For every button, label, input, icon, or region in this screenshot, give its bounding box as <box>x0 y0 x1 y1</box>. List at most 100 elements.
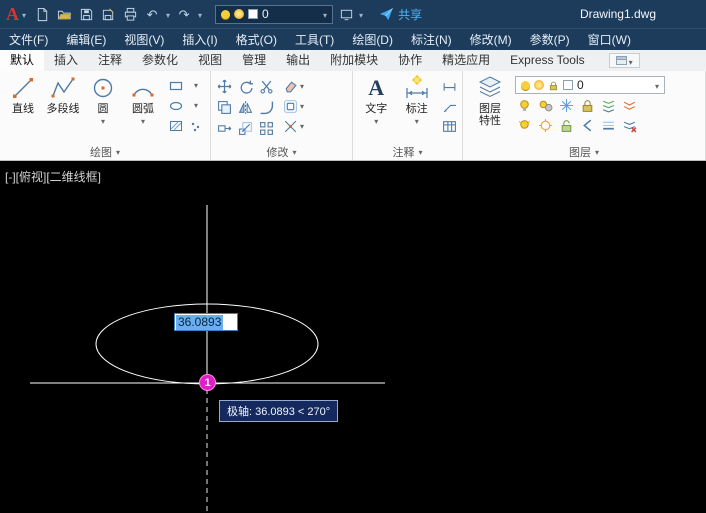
menu-view[interactable]: 视图(V) <box>115 29 173 51</box>
tab-insert[interactable]: 插入 <box>44 50 88 71</box>
chevron-down-icon[interactable] <box>101 116 105 127</box>
open-folder-icon[interactable] <box>56 6 72 22</box>
redo-icon[interactable]: ↷ <box>176 6 192 22</box>
layer-properties-tool[interactable]: 图层特性 <box>467 74 513 127</box>
layer-freeze-icon[interactable] <box>557 96 575 114</box>
draw-panel-footer[interactable]: 绘图 <box>0 144 210 160</box>
explode-icon[interactable] <box>281 117 299 135</box>
print-icon[interactable] <box>122 6 138 22</box>
point-icon[interactable] <box>187 117 205 135</box>
layer-select-combo[interactable]: 0 <box>515 76 665 94</box>
menu-parametric[interactable]: 参数(P) <box>521 29 579 51</box>
chevron-down-icon[interactable] <box>187 77 205 95</box>
redo-dropdown-icon[interactable] <box>198 6 202 22</box>
chevron-down-icon[interactable] <box>141 116 145 127</box>
share-button[interactable]: 共享 <box>378 6 422 23</box>
tab-parametric[interactable]: 参数化 <box>132 50 188 71</box>
layer-unlock-icon[interactable] <box>557 116 575 134</box>
tab-home[interactable]: 默认 <box>0 50 44 71</box>
text-tool[interactable]: A 文字 <box>357 74 396 127</box>
leader-icon[interactable] <box>440 97 458 115</box>
ribbon-display-toggle[interactable] <box>609 53 640 68</box>
circle-icon <box>89 74 117 102</box>
stretch-icon[interactable] <box>215 119 233 137</box>
layer-thaw-icon[interactable] <box>536 116 554 134</box>
chevron-down-icon[interactable] <box>300 121 304 132</box>
tab-addins[interactable]: 附加模块 <box>320 50 388 71</box>
save-as-icon[interactable] <box>100 6 116 22</box>
app-menu-button[interactable]: A <box>6 5 26 23</box>
layer-merge-icon[interactable] <box>599 116 617 134</box>
layer-walk-icon[interactable] <box>620 96 638 114</box>
layer-match-icon[interactable] <box>599 96 617 114</box>
chevron-down-icon <box>629 55 633 67</box>
arc-tool[interactable]: 圆弧 <box>124 74 162 127</box>
tab-collaborate[interactable]: 协作 <box>388 50 432 71</box>
workspace-icon[interactable] <box>338 6 354 22</box>
layer-isolate-icon[interactable] <box>536 96 554 114</box>
menu-window[interactable]: 窗口(W) <box>579 29 640 51</box>
table-icon[interactable] <box>440 117 458 135</box>
layer-color-swatch <box>248 9 258 19</box>
copy-icon[interactable] <box>215 98 233 116</box>
offset-icon[interactable] <box>281 97 299 115</box>
drawing-canvas[interactable]: [-][俯视][二维线框] 36.0893 1 极轴: 36.0893 < 27… <box>0 161 706 513</box>
viewport-controls[interactable]: [-][俯视][二维线框] <box>5 168 101 185</box>
polyline-icon <box>49 74 77 102</box>
chevron-down-icon[interactable] <box>300 81 304 92</box>
erase-icon[interactable] <box>281 77 299 95</box>
chevron-down-icon[interactable] <box>187 97 205 115</box>
layer-delete-icon[interactable] <box>620 116 638 134</box>
tab-express-tools[interactable]: Express Tools <box>500 50 594 71</box>
save-icon[interactable] <box>78 6 94 22</box>
modify-panel-footer[interactable]: 修改 <box>211 144 352 160</box>
undo-icon[interactable]: ↶ <box>144 6 160 22</box>
layer-off-icon[interactable] <box>515 96 533 114</box>
dimension-tool[interactable]: 标注 <box>398 74 437 127</box>
layer-prev-icon[interactable] <box>578 116 596 134</box>
rotate-icon[interactable] <box>236 77 254 95</box>
move-icon[interactable] <box>215 77 233 95</box>
annotate-panel-footer[interactable]: 注释 <box>353 144 462 160</box>
new-file-icon[interactable] <box>34 6 50 22</box>
menu-insert[interactable]: 插入(I) <box>173 29 226 51</box>
polyline-tool[interactable]: 多段线 <box>44 74 82 115</box>
layer-on-icon[interactable] <box>515 116 533 134</box>
menu-edit[interactable]: 编辑(E) <box>57 29 115 51</box>
scale-icon[interactable] <box>236 119 254 137</box>
circle-tool[interactable]: 圆 <box>84 74 122 127</box>
tab-output[interactable]: 输出 <box>276 50 320 71</box>
chevron-down-icon[interactable] <box>300 101 304 112</box>
mirror-icon[interactable] <box>236 98 254 116</box>
tab-view[interactable]: 视图 <box>188 50 232 71</box>
layer-lock-icon[interactable] <box>578 96 596 114</box>
line-tool[interactable]: 直线 <box>4 74 42 115</box>
dynamic-input-field[interactable]: 36.0893 <box>174 313 238 331</box>
trim-icon[interactable] <box>257 77 275 95</box>
array-icon[interactable] <box>257 119 275 137</box>
chevron-down-icon <box>655 79 659 91</box>
menu-tools[interactable]: 工具(T) <box>286 29 343 51</box>
draw-panel: 直线 多段线 圆 <box>0 71 211 160</box>
menu-draw[interactable]: 绘图(D) <box>343 29 402 51</box>
ellipse-tool-icon[interactable] <box>167 97 185 115</box>
menu-format[interactable]: 格式(O) <box>227 29 286 51</box>
linear-dimension-icon[interactable] <box>440 77 458 95</box>
tab-manage[interactable]: 管理 <box>232 50 276 71</box>
undo-dropdown-icon[interactable] <box>166 6 170 22</box>
menu-file[interactable]: 文件(F) <box>0 29 57 51</box>
titlebar-layer-combo[interactable]: 0 <box>215 5 333 24</box>
chevron-down-icon[interactable] <box>415 116 419 127</box>
rectangle-icon[interactable] <box>167 77 185 95</box>
menu-modify[interactable]: 修改(M) <box>461 29 521 51</box>
layers-panel-footer[interactable]: 图层 <box>463 144 705 160</box>
tab-annotate[interactable]: 注释 <box>88 50 132 71</box>
hatch-icon[interactable] <box>167 117 185 135</box>
dynamic-input-value: 36.0893 <box>176 315 223 330</box>
fillet-icon[interactable] <box>257 98 275 116</box>
workspace-dropdown-icon[interactable] <box>359 6 363 22</box>
dimension-icon <box>403 74 431 102</box>
tab-featured-apps[interactable]: 精选应用 <box>432 50 500 71</box>
chevron-down-icon[interactable] <box>374 116 378 127</box>
menu-dimension[interactable]: 标注(N) <box>402 29 461 51</box>
